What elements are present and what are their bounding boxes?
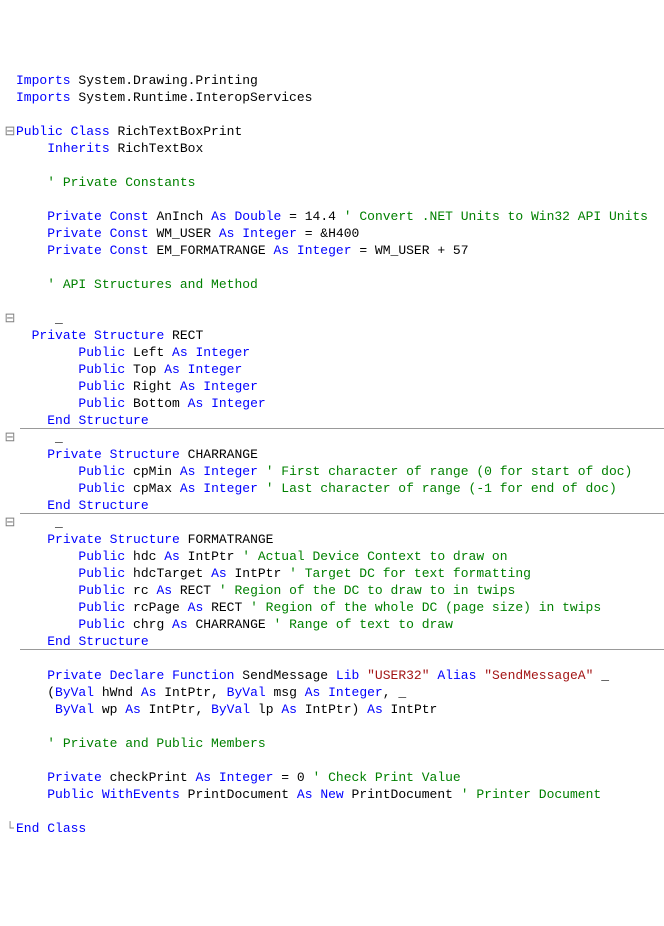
fold-gutter (4, 72, 16, 89)
code-line: End Structure (4, 633, 664, 650)
fold-gutter (4, 684, 16, 701)
fold-gutter (4, 531, 16, 548)
fold-gutter (4, 616, 16, 633)
fold-gutter (4, 157, 16, 174)
code-line: Public rc As RECT ' Region of the DC to … (4, 582, 664, 599)
fold-gutter (4, 293, 16, 310)
code-line: ' Private Constants (4, 174, 664, 191)
fold-gutter (4, 276, 16, 293)
code-line (4, 259, 664, 276)
fold-gutter (4, 480, 16, 497)
code-line: Inherits RichTextBox (4, 140, 664, 157)
code-line: Private Const AnInch As Double = 14.4 ' … (4, 208, 664, 225)
fold-gutter (4, 582, 16, 599)
code-line: Public cpMin As Integer ' First characte… (4, 463, 664, 480)
fold-gutter (4, 752, 16, 769)
code-line: └End Class (4, 820, 664, 837)
fold-gutter (4, 786, 16, 803)
fold-gutter (4, 174, 16, 191)
fold-gutter (4, 650, 16, 667)
code-line: Imports System.Runtime.InteropServices (4, 89, 664, 106)
fold-gutter: ⊟ (4, 310, 16, 327)
fold-gutter (4, 242, 16, 259)
code-line: Public Bottom As Integer (4, 395, 664, 412)
code-line: (ByVal hWnd As IntPtr, ByVal msg As Inte… (4, 684, 664, 701)
fold-gutter (4, 497, 16, 514)
code-line: Private Declare Function SendMessage Lib… (4, 667, 664, 684)
code-line: Private Const EM_FORMATRANGE As Integer … (4, 242, 664, 259)
code-line: Public hdcTarget As IntPtr ' Target DC f… (4, 565, 664, 582)
fold-gutter (4, 395, 16, 412)
fold-gutter (4, 259, 16, 276)
fold-gutter (4, 463, 16, 480)
fold-gutter (4, 769, 16, 786)
code-line: Public Left As Integer (4, 344, 664, 361)
code-line: Public chrg As CHARRANGE ' Range of text… (4, 616, 664, 633)
code-line (4, 106, 664, 123)
fold-gutter (4, 106, 16, 123)
code-line: Public cpMax As Integer ' Last character… (4, 480, 664, 497)
fold-gutter (4, 446, 16, 463)
fold-gutter (4, 208, 16, 225)
code-line: ' Private and Public Members (4, 735, 664, 752)
fold-gutter: ⊟ (4, 429, 16, 446)
code-line (4, 293, 664, 310)
code-line: End Structure (4, 412, 664, 429)
code-line (4, 157, 664, 174)
code-line: Public Right As Integer (4, 378, 664, 395)
code-line: ⊟ _ (4, 310, 664, 327)
fold-gutter (4, 548, 16, 565)
code-line (4, 752, 664, 769)
fold-gutter (4, 701, 16, 718)
fold-gutter: ⊟ (4, 514, 16, 531)
code-line: ⊟Public Class RichTextBoxPrint (4, 123, 664, 140)
fold-gutter: └ (4, 820, 16, 837)
fold-gutter (4, 599, 16, 616)
fold-gutter (4, 89, 16, 106)
code-line: ' API Structures and Method (4, 276, 664, 293)
fold-gutter (4, 667, 16, 684)
fold-gutter (4, 803, 16, 820)
fold-gutter (4, 412, 16, 429)
code-line: ⊟ _ (4, 429, 664, 446)
code-line: End Structure (4, 497, 664, 514)
fold-gutter (4, 327, 16, 344)
code-line: Imports System.Drawing.Printing (4, 72, 664, 89)
code-line (4, 650, 664, 667)
fold-gutter (4, 191, 16, 208)
fold-gutter (4, 140, 16, 157)
code-line: Private Structure RECT (4, 327, 664, 344)
code-line: Public WithEvents PrintDocument As New P… (4, 786, 664, 803)
fold-gutter (4, 378, 16, 395)
code-editor[interactable]: Imports System.Drawing.Printing Imports … (4, 72, 664, 837)
fold-gutter (4, 718, 16, 735)
fold-gutter: ⊟ (4, 123, 16, 140)
code-line: ⊟ _ (4, 514, 664, 531)
code-line: Private Const WM_USER As Integer = &H400 (4, 225, 664, 242)
code-line: Private Structure FORMATRANGE (4, 531, 664, 548)
fold-gutter (4, 565, 16, 582)
fold-gutter (4, 225, 16, 242)
code-line (4, 803, 664, 820)
fold-gutter (4, 633, 16, 650)
code-line: Public rcPage As RECT ' Region of the wh… (4, 599, 664, 616)
code-line: Public hdc As IntPtr ' Actual Device Con… (4, 548, 664, 565)
code-line: Private Structure CHARRANGE (4, 446, 664, 463)
code-line: Public Top As Integer (4, 361, 664, 378)
code-line (4, 718, 664, 735)
fold-gutter (4, 344, 16, 361)
code-line: Private checkPrint As Integer = 0 ' Chec… (4, 769, 664, 786)
fold-gutter (4, 361, 16, 378)
fold-gutter (4, 735, 16, 752)
code-line: ByVal wp As IntPtr, ByVal lp As IntPtr) … (4, 701, 664, 718)
code-line (4, 191, 664, 208)
